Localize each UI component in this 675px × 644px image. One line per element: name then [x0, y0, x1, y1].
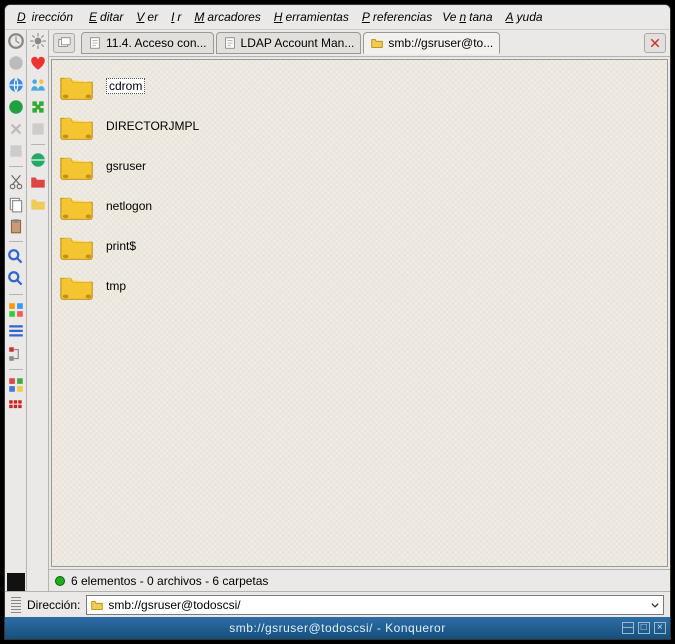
folder-icon [58, 190, 96, 222]
konqueror-window: Dirección Editar Ver Ir Marcadores Herra… [4, 4, 671, 640]
gear-icon[interactable] [29, 32, 47, 50]
close-tab-button[interactable] [644, 33, 666, 53]
folder-icon [58, 150, 96, 182]
folder-icon [58, 230, 96, 262]
status-text: 6 elementos - 0 archivos - 6 carpetas [71, 574, 268, 588]
folder-item[interactable]: cdrom [56, 66, 663, 106]
folder-red-icon[interactable] [29, 173, 47, 191]
menu-direccion[interactable]: Dirección [11, 8, 79, 26]
tab-0[interactable]: 11.4. Acceso con... [81, 32, 214, 54]
folder-icon [90, 598, 104, 612]
address-bar: Dirección: [5, 591, 670, 617]
menu-preferencias[interactable]: Preferencias [356, 8, 435, 26]
status-indicator-icon [55, 576, 65, 586]
network-icon[interactable] [29, 151, 47, 169]
globe-icon[interactable] [7, 76, 25, 94]
folder-label: cdrom [106, 78, 145, 94]
grid-red-icon[interactable] [7, 398, 25, 416]
folder-plain-icon[interactable] [29, 195, 47, 213]
stop-icon[interactable] [7, 54, 25, 72]
folder-label: tmp [106, 279, 126, 293]
people-icon[interactable] [29, 76, 47, 94]
folder-icon [58, 70, 96, 102]
window-title: smb://gsruser@todoscsi/ - Konqueror [229, 621, 445, 635]
copy-icon[interactable] [7, 195, 25, 213]
tab-label: smb://gsruser@to... [388, 36, 493, 50]
view-tree-icon[interactable] [7, 345, 25, 363]
maximize-button[interactable]: □ [638, 622, 650, 634]
disabled2-icon [7, 142, 25, 160]
titlebar: smb://gsruser@todoscsi/ - Konqueror — □ … [5, 617, 670, 639]
folder-icon [370, 36, 384, 50]
address-input[interactable] [108, 598, 646, 612]
chevron-down-icon[interactable] [650, 600, 660, 610]
folder-item[interactable]: gsruser [56, 146, 663, 186]
globe2-icon[interactable] [7, 98, 25, 116]
menu-ver[interactable]: Ver [130, 8, 161, 26]
menu-marcadores[interactable]: Marcadores [188, 8, 263, 26]
folder-label: netlogon [106, 199, 152, 213]
zoom2-icon[interactable] [7, 270, 25, 288]
menu-ir[interactable]: Ir [165, 8, 184, 26]
zoom1-icon[interactable] [7, 248, 25, 266]
statusbar: 6 elementos - 0 archivos - 6 carpetas [49, 569, 670, 591]
history-icon[interactable] [7, 32, 25, 50]
cut-icon[interactable] [7, 173, 25, 191]
vertical-toolbar-1 [5, 30, 27, 591]
new-tab-button[interactable] [53, 33, 75, 53]
puzzle-icon[interactable] [29, 98, 47, 116]
folder-icon [58, 110, 96, 142]
view-icons-icon[interactable] [7, 301, 25, 319]
menubar: Dirección Editar Ver Ir Marcadores Herra… [5, 5, 670, 30]
folder-icon [58, 270, 96, 302]
menu-herramientas[interactable]: Herramientas [268, 8, 352, 26]
tabbar: 11.4. Acceso con... LDAP Account Man... … [49, 30, 670, 57]
disabled1-icon [7, 120, 25, 138]
toolbar-handle-icon[interactable] [11, 597, 21, 613]
view-list-icon[interactable] [7, 323, 25, 341]
minimize-button[interactable]: — [622, 622, 634, 634]
close-button[interactable]: × [654, 622, 666, 634]
tab-label: LDAP Account Man... [241, 36, 355, 50]
disabled3-icon [29, 120, 47, 138]
folder-item[interactable]: tmp [56, 266, 663, 306]
vertical-toolbar-2 [27, 30, 49, 591]
paste-icon[interactable] [7, 217, 25, 235]
folder-label: DIRECTORJMPL [106, 119, 199, 133]
heart-icon[interactable] [29, 54, 47, 72]
folder-label: print$ [106, 239, 136, 253]
address-label: Dirección: [27, 598, 80, 612]
file-view[interactable]: cdrom DIRECTORJMPL gsruser netlogon print$ tm… [51, 59, 668, 567]
folder-item[interactable]: print$ [56, 226, 663, 266]
tab-1[interactable]: LDAP Account Man... [216, 32, 362, 54]
folder-label: gsruser [106, 159, 146, 173]
menu-editar[interactable]: Editar [83, 8, 126, 26]
tab-label: 11.4. Acceso con... [106, 36, 207, 50]
tab-2[interactable]: smb://gsruser@to... [363, 32, 500, 54]
menu-ventana[interactable]: Ventana [439, 8, 495, 26]
document-icon [223, 36, 237, 50]
windows-icon[interactable] [7, 376, 25, 394]
document-icon [88, 36, 102, 50]
folder-item[interactable]: DIRECTORJMPL [56, 106, 663, 146]
moon-icon[interactable] [7, 573, 25, 591]
address-input-wrap[interactable] [86, 595, 664, 615]
menu-ayuda[interactable]: Ayuda [500, 8, 546, 26]
folder-item[interactable]: netlogon [56, 186, 663, 226]
